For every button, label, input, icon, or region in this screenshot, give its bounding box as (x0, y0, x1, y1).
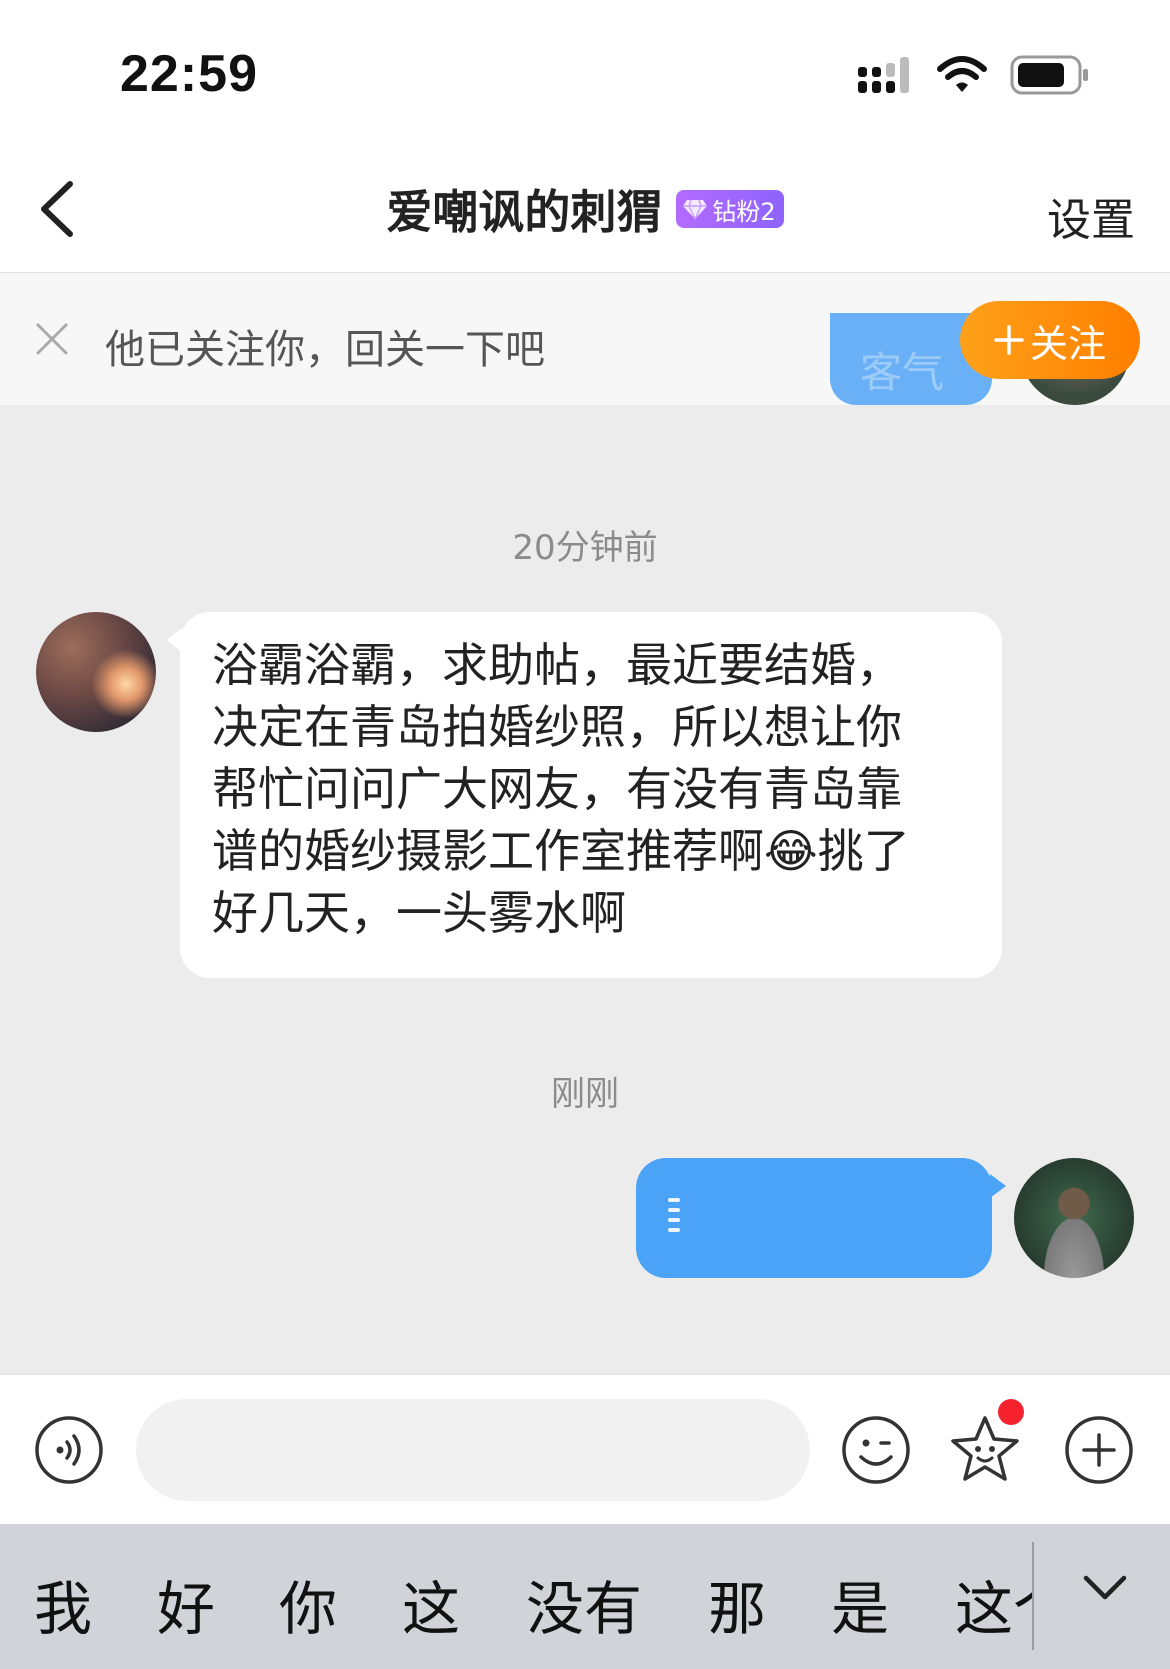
cellular-signal-icon (858, 57, 909, 93)
laughing-crying-emoji-icon: 😂 (764, 824, 818, 878)
my-avatar[interactable] (1014, 1158, 1134, 1278)
incoming-message-bubble[interactable]: 浴霸浴霸，求助帖，最近要结婚， 决定在青岛拍婚纱照，所以想让你 帮忙问问广大网友… (166, 612, 1002, 978)
ime-candidate[interactable]: 好 (157, 1562, 215, 1646)
more-plus-icon[interactable] (1064, 1415, 1134, 1485)
blurred-message-content (668, 1198, 680, 1232)
nav-title-group: 爱嘲讽的刺猬 钻粉2 (0, 176, 1170, 242)
status-bar: 22:59 (0, 0, 1170, 150)
notification-dot (998, 1399, 1024, 1425)
input-bar (0, 1374, 1170, 1524)
diamond-icon (683, 199, 708, 220)
follow-button-label: 关注 (1029, 321, 1106, 366)
follow-button[interactable]: 关注 (960, 301, 1140, 379)
message-fragment: 谱的婚纱摄影工作室推荐啊 (212, 824, 764, 878)
wifi-icon (937, 56, 987, 92)
emoji-icon[interactable] (841, 1415, 911, 1485)
message-line: 好几天，一头雾水啊 (212, 886, 626, 940)
outgoing-message-bubble[interactable] (636, 1158, 1006, 1278)
ime-candidate[interactable]: 这 (402, 1562, 460, 1646)
message-input[interactable] (136, 1399, 810, 1501)
fan-level-text: 钻粉2 (712, 197, 776, 226)
plus-icon (994, 325, 1024, 355)
ime-candidate[interactable]: 没有 (526, 1562, 642, 1646)
ime-candidate-bar: 我 好 你 这 没有 那 是 这个 (0, 1524, 1170, 1669)
settings-button[interactable]: 设置 (1047, 184, 1135, 248)
ime-candidate[interactable]: 这个 (955, 1562, 1032, 1646)
fan-level-badge: 钻粉2 (676, 190, 784, 228)
message-fragment: 挑了 (817, 824, 910, 878)
ime-candidate-clip: 这个 (955, 1524, 1032, 1669)
status-icons (856, 54, 1090, 96)
message-line: 帮忙问问广大网友，有没有青岛靠 (212, 762, 902, 816)
ime-candidate[interactable]: 是 (831, 1562, 889, 1646)
status-time: 22:59 (120, 45, 258, 103)
battery-icon (1010, 55, 1088, 95)
candidate-divider (1032, 1542, 1034, 1650)
ime-candidate[interactable]: 那 (708, 1562, 766, 1646)
nav-bar: 爱嘲讽的刺猬 钻粉2 设置 (0, 150, 1170, 273)
voice-input-icon[interactable] (34, 1415, 104, 1485)
message-timestamp: 20分钟前 (512, 528, 658, 568)
chevron-down-icon[interactable] (1080, 1568, 1130, 1608)
partner-avatar[interactable] (36, 612, 156, 732)
message-line: 浴霸浴霸，求助帖，最近要结婚， (212, 638, 902, 692)
chat-partner-name[interactable]: 爱嘲讽的刺猬 (386, 176, 662, 242)
message-line: 决定在青岛拍婚纱照，所以想让你 (212, 700, 902, 754)
close-icon[interactable] (34, 321, 70, 357)
ime-candidate[interactable]: 我 (34, 1562, 92, 1646)
follow-prompt-bar: 他已关注你，回关一下吧 客气 关注 (0, 273, 1170, 405)
previous-message-text: 客气 (860, 348, 945, 397)
message-line: 谱的婚纱摄影工作室推荐啊😂挑了 (212, 820, 974, 882)
message-timestamp: 刚刚 (551, 1074, 619, 1114)
follow-prompt-text: 他已关注你，回关一下吧 (105, 327, 545, 373)
ime-candidate[interactable]: 你 (279, 1562, 337, 1646)
sticker-button[interactable] (948, 1399, 1024, 1487)
